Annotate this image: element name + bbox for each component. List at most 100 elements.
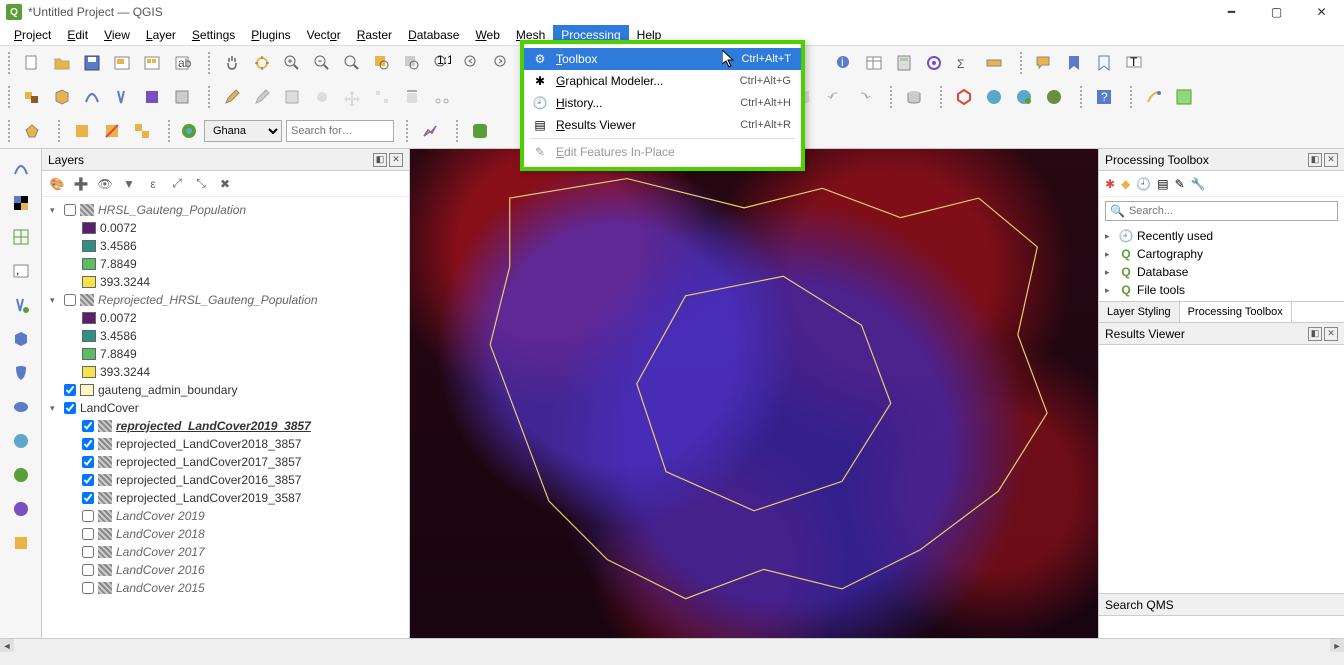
processing-menu-history-[interactable]: 🕘History...Ctrl+Alt+H xyxy=(524,92,801,114)
layer-row[interactable]: reprojected_LandCover2016_3857 xyxy=(44,471,407,489)
menu-edit[interactable]: Edit xyxy=(59,25,96,45)
toolbox-history-icon[interactable]: 🕘 xyxy=(1136,177,1151,191)
select-features-button[interactable] xyxy=(68,117,96,145)
cut-features-button[interactable] xyxy=(428,83,456,111)
layers-tree[interactable]: ▾HRSL_Gauteng_Population0.00723.45867.88… xyxy=(42,197,409,638)
add-mssql-button[interactable] xyxy=(7,393,35,421)
layers-expand-icon[interactable]: ⤢ xyxy=(168,175,186,193)
toolbox-options-icon[interactable]: 🔧 xyxy=(1191,177,1206,191)
layers-add-group-icon[interactable]: ➕ xyxy=(72,175,90,193)
processing-menu-toolbox[interactable]: ⚙ToolboxCtrl+Alt+T xyxy=(524,48,801,70)
toolbox-panel-close-button[interactable]: ✕ xyxy=(1324,153,1338,167)
add-delimited-text-button[interactable]: , xyxy=(7,257,35,285)
results-panel-close-button[interactable]: ✕ xyxy=(1324,327,1338,341)
statistics-button[interactable]: Σ xyxy=(950,49,978,77)
pan-button[interactable] xyxy=(218,49,246,77)
toolbox-button[interactable] xyxy=(920,49,948,77)
plugin-osm-button[interactable] xyxy=(1040,83,1068,111)
add-wcs-button[interactable] xyxy=(7,461,35,489)
zoom-to-layer-button[interactable] xyxy=(398,49,426,77)
style-manager-button[interactable]: ab xyxy=(168,49,196,77)
layer-row[interactable]: 0.0072 xyxy=(44,219,407,237)
menu-web[interactable]: Web xyxy=(467,25,507,45)
tab-processing-toolbox[interactable]: Processing Toolbox xyxy=(1180,302,1292,322)
toolbox-script-icon[interactable]: ◆ xyxy=(1121,177,1130,191)
vertex-tool-button[interactable] xyxy=(368,83,396,111)
add-raster-layer-button[interactable] xyxy=(7,189,35,217)
locator-country-select[interactable]: Ghana xyxy=(204,120,282,142)
undo-button[interactable] xyxy=(820,83,848,111)
layers-panel-undock-button[interactable]: ◧ xyxy=(373,153,387,167)
layer-row[interactable]: 3.4586 xyxy=(44,237,407,255)
map-tips-button[interactable] xyxy=(1030,49,1058,77)
toolbox-item-recently-used[interactable]: ▸🕘Recently used xyxy=(1105,227,1338,245)
toolbox-search[interactable]: 🔍 xyxy=(1105,201,1338,221)
layer-row[interactable]: LandCover 2017 xyxy=(44,543,407,561)
text-annotation-button[interactable]: T xyxy=(1120,49,1148,77)
layer-row[interactable]: ▾Reprojected_HRSL_Gauteng_Population xyxy=(44,291,407,309)
layer-row[interactable]: 7.8849 xyxy=(44,255,407,273)
menu-vector[interactable]: Vector xyxy=(299,25,349,45)
layer-row[interactable]: LandCover 2019 xyxy=(44,507,407,525)
database-button[interactable] xyxy=(900,83,928,111)
toolbox-item-database[interactable]: ▸QDatabase xyxy=(1105,263,1338,281)
zoom-out-button[interactable] xyxy=(308,49,336,77)
menu-layer[interactable]: Layer xyxy=(138,25,184,45)
new-bookmark-button[interactable] xyxy=(1060,49,1088,77)
add-wms-button[interactable] xyxy=(7,427,35,455)
toolbox-item-file-tools[interactable]: ▸QFile tools xyxy=(1105,281,1338,299)
add-virtual-layer-button[interactable] xyxy=(7,325,35,353)
show-layout-manager-button[interactable] xyxy=(138,49,166,77)
layer-row[interactable]: LandCover 2018 xyxy=(44,525,407,543)
new-project-button[interactable] xyxy=(18,49,46,77)
layer-row[interactable]: 393.3244 xyxy=(44,363,407,381)
menu-project[interactable]: Project xyxy=(6,25,59,45)
layers-collapse-icon[interactable]: ⤡ xyxy=(192,175,210,193)
move-feature-button[interactable] xyxy=(338,83,366,111)
open-project-button[interactable] xyxy=(48,49,76,77)
layer-row[interactable]: 0.0072 xyxy=(44,309,407,327)
save-edits-button[interactable] xyxy=(278,83,306,111)
add-vector-layer-button[interactable] xyxy=(7,155,35,183)
layers-style-icon[interactable]: 🎨 xyxy=(48,175,66,193)
layer-row[interactable]: 393.3244 xyxy=(44,273,407,291)
menu-raster[interactable]: Raster xyxy=(349,25,400,45)
add-postgis-button[interactable] xyxy=(7,359,35,387)
menu-view[interactable]: View xyxy=(96,25,138,45)
layer-row[interactable]: LandCover 2016 xyxy=(44,561,407,579)
new-spatialite-button[interactable] xyxy=(108,83,136,111)
layers-filter-icon[interactable]: ▼ xyxy=(120,175,138,193)
add-wfs-button[interactable] xyxy=(7,495,35,523)
zoom-to-selection-button[interactable] xyxy=(368,49,396,77)
plugin-globe2-button[interactable] xyxy=(1010,83,1038,111)
maximize-button[interactable]: ▢ xyxy=(1254,0,1299,24)
plugin-route-button[interactable] xyxy=(1140,83,1168,111)
plot-button[interactable] xyxy=(416,117,444,145)
new-geopackage-button[interactable] xyxy=(48,83,76,111)
delete-selected-button[interactable] xyxy=(398,83,426,111)
layer-row[interactable]: LandCover 2015 xyxy=(44,579,407,597)
toolbox-search-input[interactable] xyxy=(1129,205,1333,217)
select-all-button[interactable] xyxy=(128,117,156,145)
menu-database[interactable]: Database xyxy=(400,25,467,45)
toolbox-results-icon[interactable]: ▤ xyxy=(1157,177,1168,191)
add-spatialite-button[interactable] xyxy=(7,291,35,319)
locator-search-input[interactable] xyxy=(286,120,394,142)
menu-plugins[interactable]: Plugins xyxy=(243,25,298,45)
select-by-polygon-button[interactable] xyxy=(18,117,46,145)
layer-row[interactable]: ▾HRSL_Gauteng_Population xyxy=(44,201,407,219)
measure-button[interactable] xyxy=(980,49,1008,77)
attributes-button[interactable] xyxy=(860,49,888,77)
processing-menu-results-viewer[interactable]: ▤Results ViewerCtrl+Alt+R xyxy=(524,114,801,136)
redo-button[interactable] xyxy=(850,83,878,111)
toolbox-item-cartography[interactable]: ▸QCartography xyxy=(1105,245,1338,263)
deselect-button[interactable] xyxy=(98,117,126,145)
menu-settings[interactable]: Settings xyxy=(184,25,243,45)
minimize-button[interactable]: ━ xyxy=(1209,0,1254,24)
map-canvas[interactable] xyxy=(410,149,1098,638)
close-button[interactable]: ✕ xyxy=(1299,0,1344,24)
layer-row[interactable]: reprojected_LandCover2019_3857 xyxy=(44,417,407,435)
toggle-editing-button[interactable] xyxy=(248,83,276,111)
identify-button[interactable]: i xyxy=(830,49,858,77)
layer-row[interactable]: 7.8849 xyxy=(44,345,407,363)
